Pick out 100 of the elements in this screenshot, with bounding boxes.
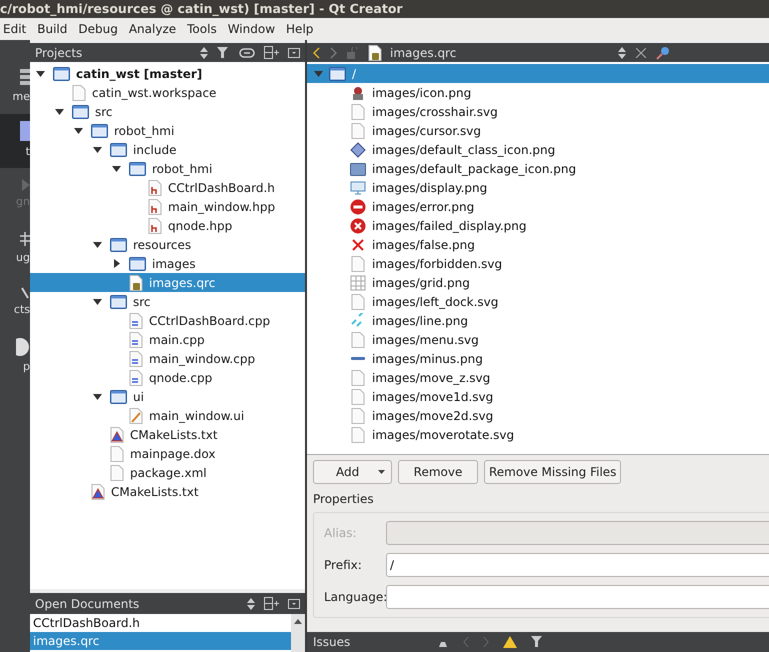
header-file-icon [148, 180, 162, 196]
tree-item[interactable]: qnode.cpp [30, 368, 305, 387]
error-icon [350, 198, 366, 214]
pane-title: Projects [35, 44, 82, 62]
tree-item[interactable]: CMakeLists.txt [30, 482, 305, 501]
folder-icon [72, 104, 89, 118]
error-x-icon [350, 218, 366, 234]
tree-item[interactable]: qnode.hpp [30, 216, 305, 235]
resource-item[interactable]: images/left_dock.svg [307, 292, 769, 311]
resource-item[interactable]: images/failed_display.png [307, 216, 769, 235]
file-icon [350, 332, 366, 348]
tree-item[interactable]: catin_wst [master] [30, 64, 305, 83]
menu-item[interactable]: Help [286, 20, 314, 38]
menu-item[interactable]: Analyze [128, 20, 176, 38]
resource-item[interactable]: images/false.png [307, 235, 769, 254]
close-icon [636, 48, 646, 58]
mode-button[interactable]: p [0, 330, 30, 384]
unlock-icon [347, 46, 358, 58]
mode-button[interactable]: ug [0, 222, 30, 276]
expand-arrow-icon [114, 259, 120, 268]
collapse-arrow-icon [112, 166, 121, 172]
resource-item[interactable]: images/display.png [307, 178, 769, 197]
tree-item[interactable]: package.xml [30, 463, 305, 482]
tree-item[interactable]: CMakeLists.txt [30, 425, 305, 444]
tree-item[interactable]: mainpage.dox [30, 444, 305, 463]
filter-icon [531, 636, 543, 648]
file-icon [72, 84, 86, 100]
file-selector[interactable]: images.qrc [368, 44, 608, 62]
resource-item[interactable]: images/minus.png [307, 349, 769, 368]
cpp-file-icon [129, 350, 143, 366]
text-field[interactable]: / [386, 553, 769, 577]
tree-item[interactable]: images.qrc [30, 273, 305, 292]
triangle-file-icon [91, 484, 105, 500]
mode-button[interactable]: t [0, 114, 30, 168]
tree-item[interactable]: include [30, 140, 305, 159]
resource-item[interactable]: images/move2d.svg [307, 406, 769, 425]
file-icon [350, 104, 366, 120]
filter-icon [217, 46, 230, 58]
warning-icon [503, 636, 517, 648]
tree-item[interactable]: src [30, 102, 305, 121]
resource-item[interactable]: images/move1d.svg [307, 387, 769, 406]
folder-icon [350, 160, 366, 176]
output-pane-button[interactable]: Issues [313, 633, 423, 651]
tree-item[interactable]: main_window.cpp [30, 349, 305, 368]
robot-icon [350, 84, 366, 100]
resource-item[interactable]: images/menu.svg [307, 330, 769, 349]
tree-item[interactable]: robot_hmi [30, 159, 305, 178]
tree-item[interactable]: main_window.hpp [30, 197, 305, 216]
resource-item[interactable]: images/icon.png [307, 83, 769, 102]
resource-item[interactable]: images/moverotate.svg [307, 425, 769, 444]
collapse-arrow-icon [93, 146, 102, 152]
resource-item[interactable]: images/default_package_icon.png [307, 159, 769, 178]
prefix-row[interactable]: / [307, 64, 769, 83]
tree-item[interactable]: main_window.ui [30, 406, 305, 425]
split-icon [264, 597, 279, 610]
cross-icon [350, 236, 366, 252]
tree-item[interactable]: CCtrlDashBoard.cpp [30, 311, 305, 330]
mode-button[interactable]: me [0, 60, 30, 114]
resource-item[interactable]: images/line.png [307, 311, 769, 330]
menu-item[interactable]: Window [228, 20, 276, 38]
resource-item[interactable]: images/forbidden.svg [307, 254, 769, 273]
text-field[interactable] [386, 585, 769, 609]
resource-item[interactable]: images/grid.png [307, 273, 769, 292]
diamond-icon [350, 142, 366, 158]
resource-item[interactable]: images/cursor.svg [307, 121, 769, 140]
section-title: Properties [313, 491, 375, 508]
tree-item[interactable]: main.cpp [30, 330, 305, 349]
open-document-item[interactable]: CCtrlDashBoard.h [30, 614, 291, 632]
collapse-arrow-icon [55, 108, 64, 114]
folder-icon [110, 294, 127, 308]
pane-title: Open Documents [35, 596, 140, 612]
file-icon [350, 256, 366, 272]
tree-item[interactable]: CCtrlDashBoard.h [30, 178, 305, 197]
remove-missing-files-button[interactable]: Remove Missing Files [484, 460, 622, 484]
tree-item[interactable]: ui [30, 387, 305, 406]
add-button[interactable]: Add [313, 460, 392, 484]
tree-item[interactable]: src [30, 292, 305, 311]
resource-item[interactable]: images/move_z.svg [307, 368, 769, 387]
resource-item[interactable]: images/error.png [307, 197, 769, 216]
folder-icon [129, 256, 146, 270]
menu-item[interactable]: Build [37, 20, 68, 38]
tree-item[interactable]: robot_hmi [30, 121, 305, 140]
collapse-arrow-icon [93, 394, 102, 400]
open-document-item[interactable]: images.qrc [30, 632, 291, 650]
resource-item[interactable]: images/default_class_icon.png [307, 140, 769, 159]
tree-item[interactable]: catin_wst.workspace [30, 83, 305, 102]
collapse-arrow-icon [93, 298, 102, 304]
header-file-icon [148, 198, 162, 214]
menu-item[interactable]: Tools [187, 20, 217, 38]
resource-item[interactable]: images/crosshair.svg [307, 102, 769, 121]
file-icon [350, 388, 366, 404]
mode-button[interactable]: cts [0, 276, 30, 330]
remove-button[interactable]: Remove [398, 460, 478, 484]
menu-item[interactable]: Debug [78, 20, 118, 38]
file-icon [350, 408, 366, 424]
cpp-file-icon [129, 312, 143, 328]
tree-item[interactable]: images [30, 254, 305, 273]
tree-item[interactable]: resources [30, 235, 305, 254]
scrollbar[interactable] [291, 614, 305, 652]
menu-item[interactable]: Edit [3, 20, 26, 38]
